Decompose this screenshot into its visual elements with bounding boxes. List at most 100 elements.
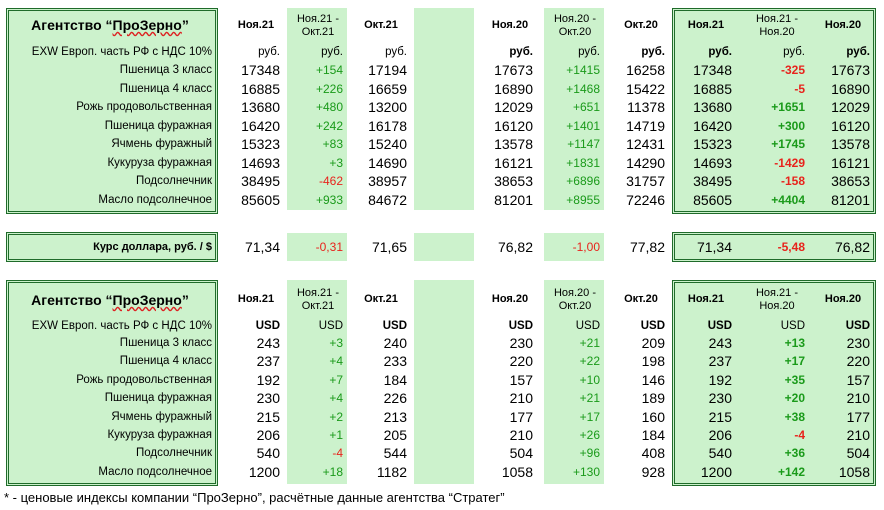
usd-row-label: Пшеница 4 класс xyxy=(119,355,212,368)
usd-unit-9: USD xyxy=(845,320,870,332)
rub-cell: +1468 xyxy=(566,81,600,96)
rub-cell: +3 xyxy=(329,155,343,170)
rub-cell: 13680 xyxy=(693,99,732,115)
usd-cell: +7 xyxy=(329,372,343,387)
rub-row-label: Рожь продовольственная xyxy=(76,101,212,113)
column-header-3: Окт.21 xyxy=(364,19,398,31)
usd-cell: 189 xyxy=(641,390,665,407)
usd-cell: 210 xyxy=(509,390,533,407)
rub-cell: 38495 xyxy=(693,173,732,189)
rub-cell: +242 xyxy=(315,118,343,133)
rub-cell: 15422 xyxy=(626,80,665,97)
usd-row-label: Пшеница фуражная xyxy=(104,392,212,405)
rub-cell: 38495 xyxy=(241,173,280,189)
rub-unit-9: руб. xyxy=(846,46,870,58)
usd-cell: 177 xyxy=(846,408,870,425)
usd-cell: +26 xyxy=(579,428,600,442)
usd-cell: 230 xyxy=(509,335,533,351)
dollar-rate-cell: 71,34 xyxy=(696,239,732,255)
usd-cell: 504 xyxy=(846,445,870,462)
usd-cell: 1058 xyxy=(838,463,870,480)
rub-cell: 15323 xyxy=(241,136,280,152)
rub-cell: 38653 xyxy=(831,173,870,189)
usd-cell: +17 xyxy=(579,409,600,424)
usd-cell: 240 xyxy=(383,335,407,351)
usd-cell: +96 xyxy=(579,446,600,461)
rub-cell: +1415 xyxy=(566,63,600,77)
usd-unit-1: USD xyxy=(255,320,280,332)
usd-cell: 1200 xyxy=(700,463,732,480)
usd-unit-6: USD xyxy=(640,320,665,332)
rub-cell: 16420 xyxy=(241,117,280,134)
usd-cell: 177 xyxy=(509,408,533,425)
rub-cell: -1429 xyxy=(774,155,805,170)
usd-row-label: Кукуруза фуражная xyxy=(107,429,212,441)
column-header-7: Ноя.21 xyxy=(687,293,725,305)
rub-cell: 16885 xyxy=(693,80,732,97)
rub-cell: +300 xyxy=(777,118,805,133)
rub-cell: 16258 xyxy=(626,62,665,78)
usd-unit-2: USD xyxy=(318,320,343,332)
usd-cell: 230 xyxy=(708,390,732,407)
usd-cell: 184 xyxy=(383,371,407,388)
usd-cell: 192 xyxy=(256,371,280,388)
usd-unit-3: USD xyxy=(382,320,407,332)
rub-cell: 85605 xyxy=(693,191,732,208)
rub-unit-1: руб. xyxy=(258,46,280,58)
dollar-rate-cell: -5,48 xyxy=(777,240,805,254)
rub-cell: 17348 xyxy=(693,62,732,78)
rub-cell: 81201 xyxy=(831,191,870,208)
rub-unit-4: руб. xyxy=(509,46,533,58)
usd-row-label: Ячмень фуражный xyxy=(111,410,212,423)
usd-row-label: Масло подсолнечное xyxy=(98,465,212,478)
rub-cell: 17673 xyxy=(831,62,870,78)
rub-cell: 15240 xyxy=(368,136,407,152)
rub-cell: 15323 xyxy=(693,136,732,152)
rub-cell: 14690 xyxy=(368,154,407,171)
usd-cell: 210 xyxy=(509,427,533,443)
usd-cell: 408 xyxy=(641,445,665,462)
usd-cell: +36 xyxy=(784,446,805,461)
usd-cell: +35 xyxy=(784,372,805,387)
usd-cell: +21 xyxy=(579,336,600,350)
rub-unit-5: руб. xyxy=(578,46,600,58)
rub-cell: +1745 xyxy=(771,137,805,151)
usd-unit-5: USD xyxy=(575,320,600,332)
rub-cell: 16890 xyxy=(494,80,533,97)
rub-cell: 12029 xyxy=(831,99,870,115)
usd-cell: 198 xyxy=(641,353,665,370)
usd-cell: 226 xyxy=(383,390,407,407)
usd-cell: +17 xyxy=(784,354,805,369)
usd-cell: 210 xyxy=(846,427,870,443)
rub-cell: 16885 xyxy=(241,80,280,97)
rub-cell: 31757 xyxy=(626,173,665,189)
rub-cell: -462 xyxy=(318,174,343,188)
rub-row-label: Масло подсолнечное xyxy=(98,193,212,206)
usd-cell: 220 xyxy=(509,353,533,370)
agency-title-bottom: Агентство “ПроЗерно” xyxy=(31,292,189,308)
usd-cell: 243 xyxy=(708,335,732,351)
rub-cell: -5 xyxy=(794,81,805,96)
rub-cell: 16659 xyxy=(368,80,407,97)
usd-cell: 1058 xyxy=(501,463,533,480)
rub-cell: 11378 xyxy=(627,99,665,115)
rub-cell: 14693 xyxy=(693,154,732,171)
usd-cell: 209 xyxy=(641,335,665,351)
dollar-rate-cell: -0,31 xyxy=(315,240,343,254)
usd-cell: 213 xyxy=(383,408,407,425)
rub-cell: +1401 xyxy=(566,118,600,133)
rub-unit-6: руб. xyxy=(641,46,665,58)
rub-cell: 13578 xyxy=(494,136,533,152)
usd-cell: 205 xyxy=(383,427,407,443)
usd-cell: 146 xyxy=(641,371,665,388)
rub-cell: 12431 xyxy=(626,136,665,152)
rub-row-label: Ячмень фуражный xyxy=(111,138,212,150)
rub-row-label: Кукуруза фуражная xyxy=(107,156,212,169)
rub-cell: -158 xyxy=(780,174,805,188)
rub-cell: 16120 xyxy=(494,117,533,134)
rub-cell: 16121 xyxy=(494,154,533,171)
rub-unit-7: руб. xyxy=(708,46,732,58)
usd-cell: +18 xyxy=(322,464,343,479)
rub-cell: 16420 xyxy=(693,117,732,134)
rub-cell: +1147 xyxy=(567,137,600,151)
